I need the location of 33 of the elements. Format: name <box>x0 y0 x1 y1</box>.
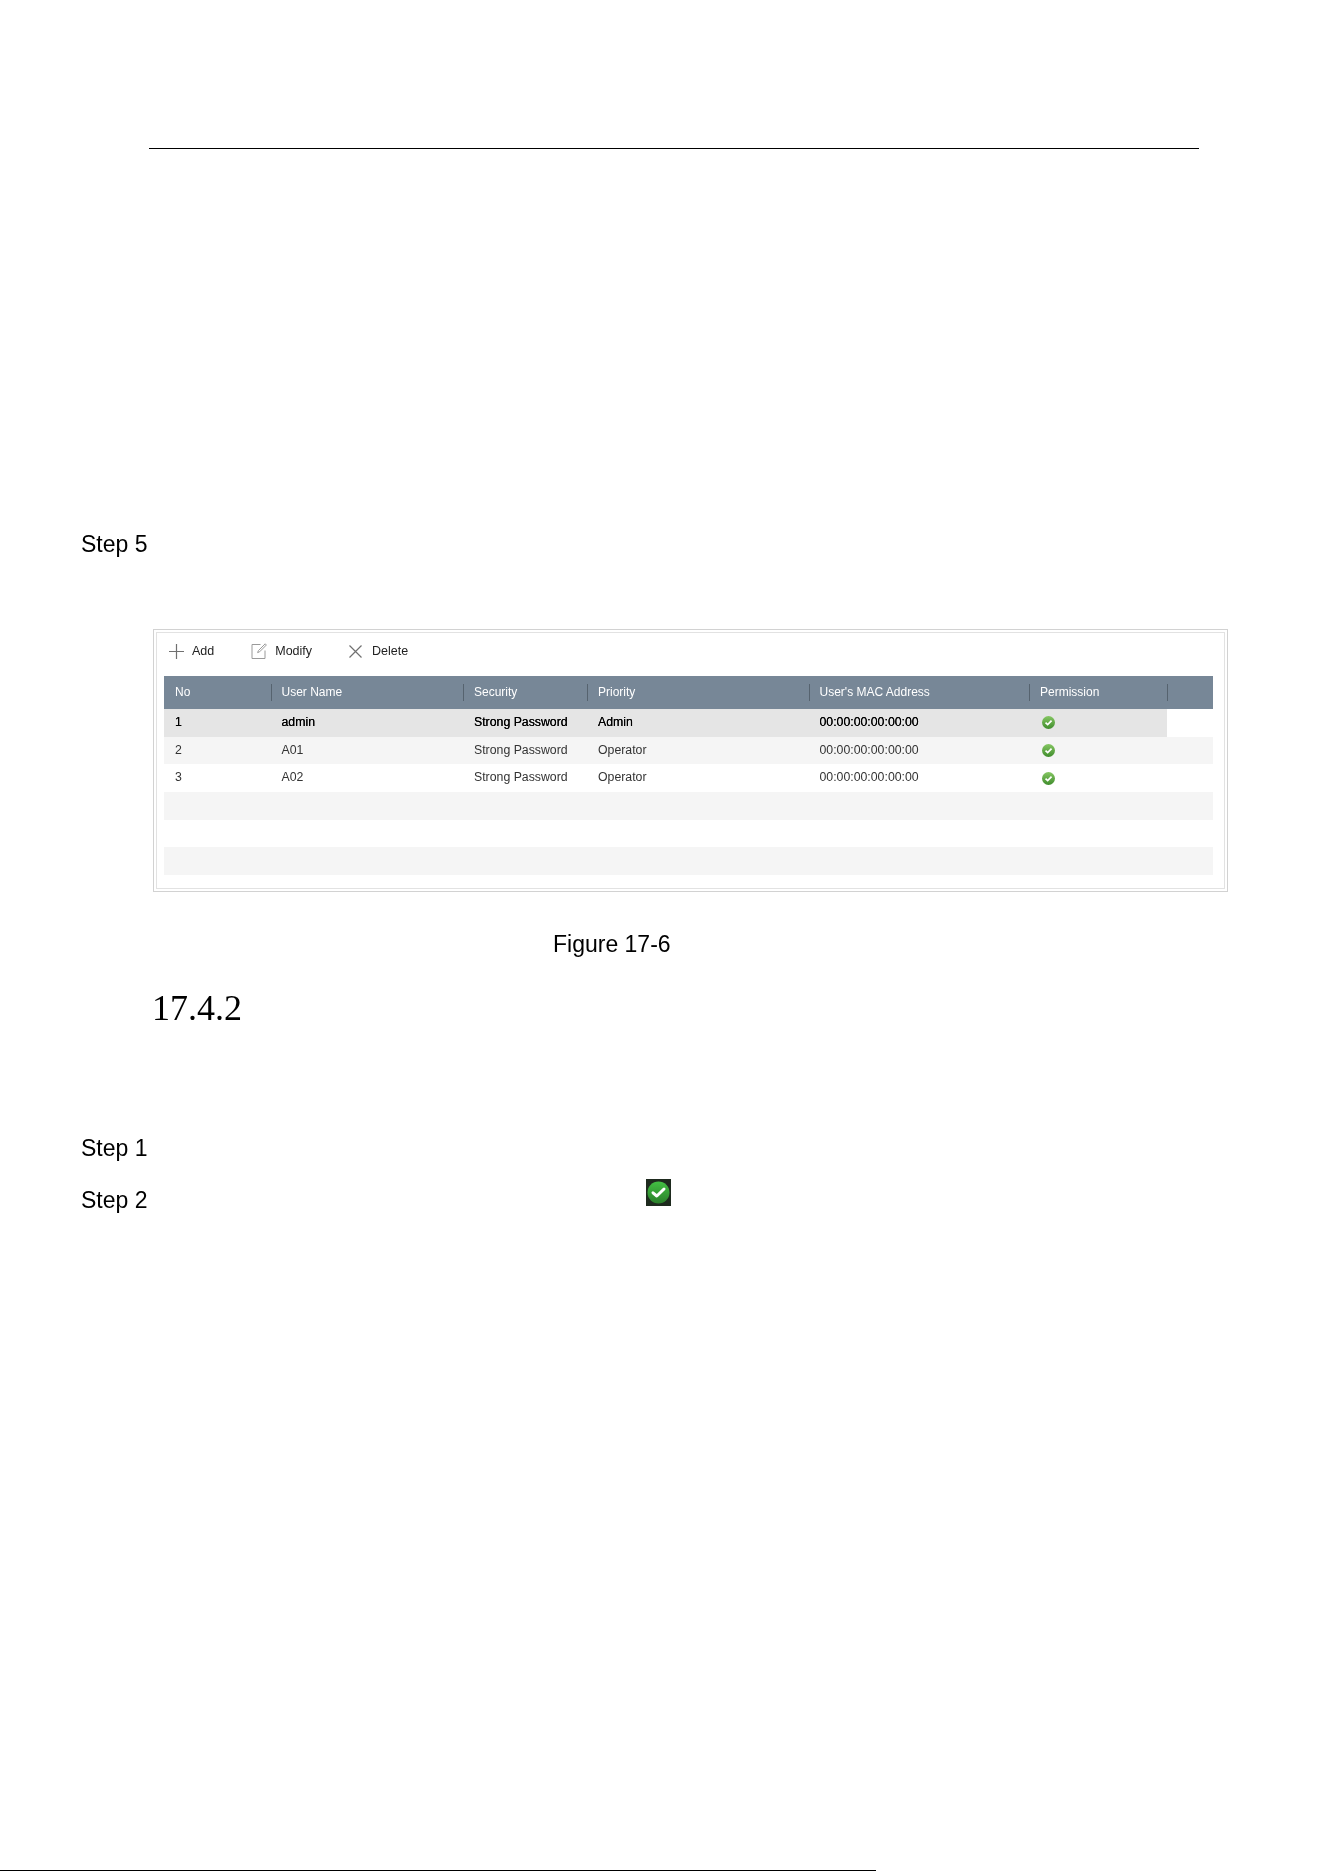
table-cell-text: 1 <box>174 714 183 731</box>
table-cell-text: Strong Password <box>473 741 569 759</box>
table-cell-text: Admin <box>597 714 634 731</box>
section-heading: 17.4.2 <box>152 987 242 1030</box>
column-header: No <box>174 684 192 701</box>
table-cell-text: Operator <box>597 769 648 787</box>
table-cell-text: 2 <box>174 741 183 759</box>
table-cell-text: A01 <box>280 741 305 759</box>
table-cell-text: 00:00:00:00:00:00 <box>818 741 920 759</box>
table-cell-text: 3 <box>174 769 183 787</box>
column-header: User Name <box>270 676 463 709</box>
pencil-icon <box>251 643 268 659</box>
table-cell-text: 00:00:00:00:00:00 <box>818 769 920 787</box>
table-cell-text: A02 <box>280 769 305 787</box>
step-label: Step 1 <box>81 1134 148 1162</box>
table-cell-text: Strong Password <box>473 714 569 731</box>
modify-button[interactable]: Modify <box>251 639 313 663</box>
table-cell-text: admin <box>280 714 316 731</box>
table-cell-text: 00:00:00:00:00:00 <box>818 714 920 731</box>
plus-icon <box>169 643 184 659</box>
column-header: Permission <box>1029 676 1167 709</box>
delete-button[interactable]: Delete <box>349 639 409 663</box>
column-header: Priority <box>587 676 809 709</box>
column-header: User's MAC Address <box>808 676 1029 709</box>
table-cell-text: Operator <box>597 741 648 759</box>
table-cell-text: Strong Password <box>473 769 569 787</box>
step-label: Step 2 <box>81 1186 148 1214</box>
add-button[interactable]: Add <box>169 639 215 663</box>
step-label: Step 5 <box>81 530 148 558</box>
column-header: Security <box>463 676 587 709</box>
x-icon <box>349 644 363 658</box>
figure-caption: Figure 17-6 <box>553 930 671 958</box>
table-row[interactable]: 2 A01 Strong Password Operator 00:00:00:00:00:00 <box>164 736 1213 765</box>
